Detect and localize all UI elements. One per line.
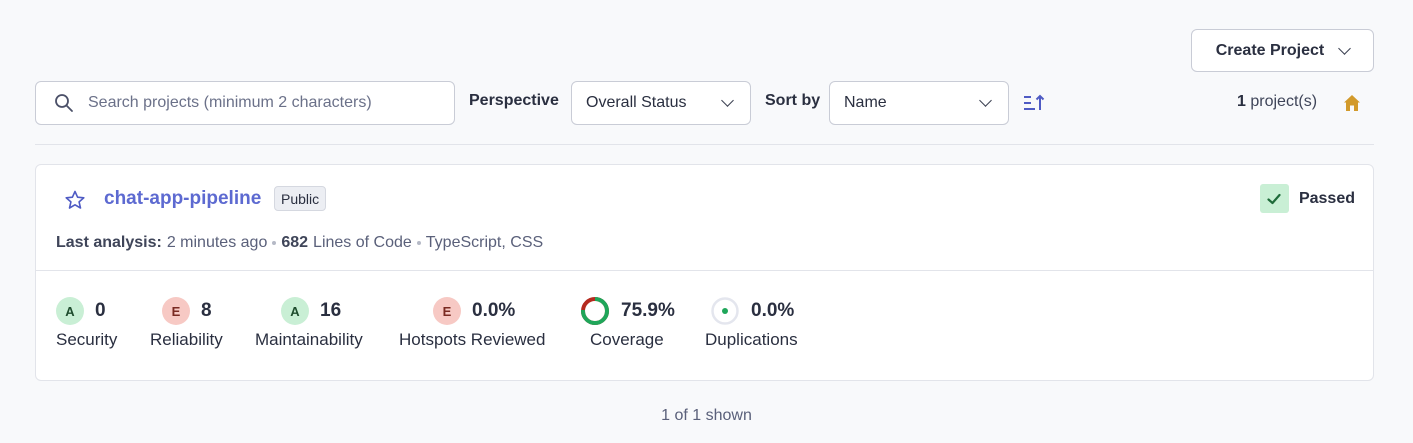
metric-value: 16 — [320, 300, 342, 321]
coverage-donut-icon — [581, 297, 609, 325]
project-meta: Last analysis: 2 minutes ago 682 Lines o… — [56, 234, 543, 252]
chevron-down-icon — [1338, 41, 1352, 55]
metric-duplications[interactable]: 0.0% Duplications — [705, 296, 798, 350]
loc-label: Lines of Code — [313, 234, 412, 251]
metric-label: Hotspots Reviewed — [399, 330, 546, 349]
metric-value: 0.0% — [751, 300, 795, 321]
star-icon[interactable] — [64, 189, 86, 211]
metric-reliability[interactable]: E 8 Reliability — [150, 296, 223, 350]
home-icon[interactable] — [1342, 93, 1362, 113]
create-project-button[interactable]: Create Project — [1191, 29, 1374, 72]
sort-by-label: Sort by — [765, 92, 821, 109]
metric-value: 0 — [95, 300, 106, 321]
perspective-value: Overall Status — [586, 94, 687, 111]
search-box[interactable] — [35, 81, 455, 125]
project-count-suffix: project(s) — [1250, 93, 1318, 110]
metric-label: Coverage — [590, 330, 664, 349]
card-divider — [36, 270, 1373, 271]
duplications-icon — [711, 297, 739, 325]
project-card: chat-app-pipeline Public Passed Last ana… — [35, 164, 1374, 381]
sort-ascending-icon[interactable] — [1022, 92, 1046, 114]
separator-dot — [272, 241, 277, 245]
last-analysis-label: Last analysis: — [56, 234, 162, 251]
shown-count: 1 of 1 shown — [661, 407, 752, 424]
search-icon — [55, 94, 73, 112]
status-label: Passed — [1298, 189, 1355, 207]
metric-value: 8 — [201, 300, 212, 321]
visibility-badge: Public — [274, 186, 327, 211]
metric-label: Reliability — [150, 330, 223, 349]
perspective-label: Perspective — [469, 92, 559, 109]
sort-value: Name — [844, 94, 887, 111]
chevron-down-icon — [721, 94, 734, 107]
perspective-select[interactable]: Overall Status — [571, 81, 751, 125]
metric-value: 0.0% — [472, 300, 516, 321]
rating-badge: A — [56, 297, 84, 325]
loc-number: 682 — [281, 234, 309, 251]
metric-label: Duplications — [705, 330, 798, 349]
toolbar-divider — [35, 144, 1374, 145]
check-icon — [1259, 184, 1289, 213]
separator-dot — [416, 241, 421, 245]
metric-coverage[interactable]: 75.9% Coverage — [580, 296, 675, 350]
languages: TypeScript, CSS — [425, 234, 544, 251]
rating-badge: A — [281, 297, 309, 325]
quality-gate-status: Passed — [1259, 184, 1355, 213]
metric-hotspots-reviewed[interactable]: E 0.0% Hotspots Reviewed — [399, 296, 545, 350]
rating-badge: E — [433, 297, 461, 325]
project-name-link[interactable]: chat-app-pipeline — [104, 188, 261, 210]
create-project-label: Create Project — [1215, 41, 1325, 59]
search-input[interactable] — [88, 94, 428, 112]
sort-select[interactable]: Name — [829, 81, 1009, 125]
chevron-down-icon — [979, 94, 992, 107]
last-analysis-value: 2 minutes ago — [166, 234, 268, 251]
metric-maintainability[interactable]: A 16 Maintainability — [255, 296, 363, 350]
project-count-number: 1 — [1237, 93, 1246, 110]
metric-security[interactable]: A 0 Security — [56, 296, 117, 350]
project-count: 1 project(s) — [1237, 93, 1317, 111]
rating-badge: E — [162, 297, 190, 325]
metric-label: Security — [56, 330, 118, 349]
metric-label: Maintainability — [255, 330, 363, 349]
metric-value: 75.9% — [621, 300, 675, 321]
